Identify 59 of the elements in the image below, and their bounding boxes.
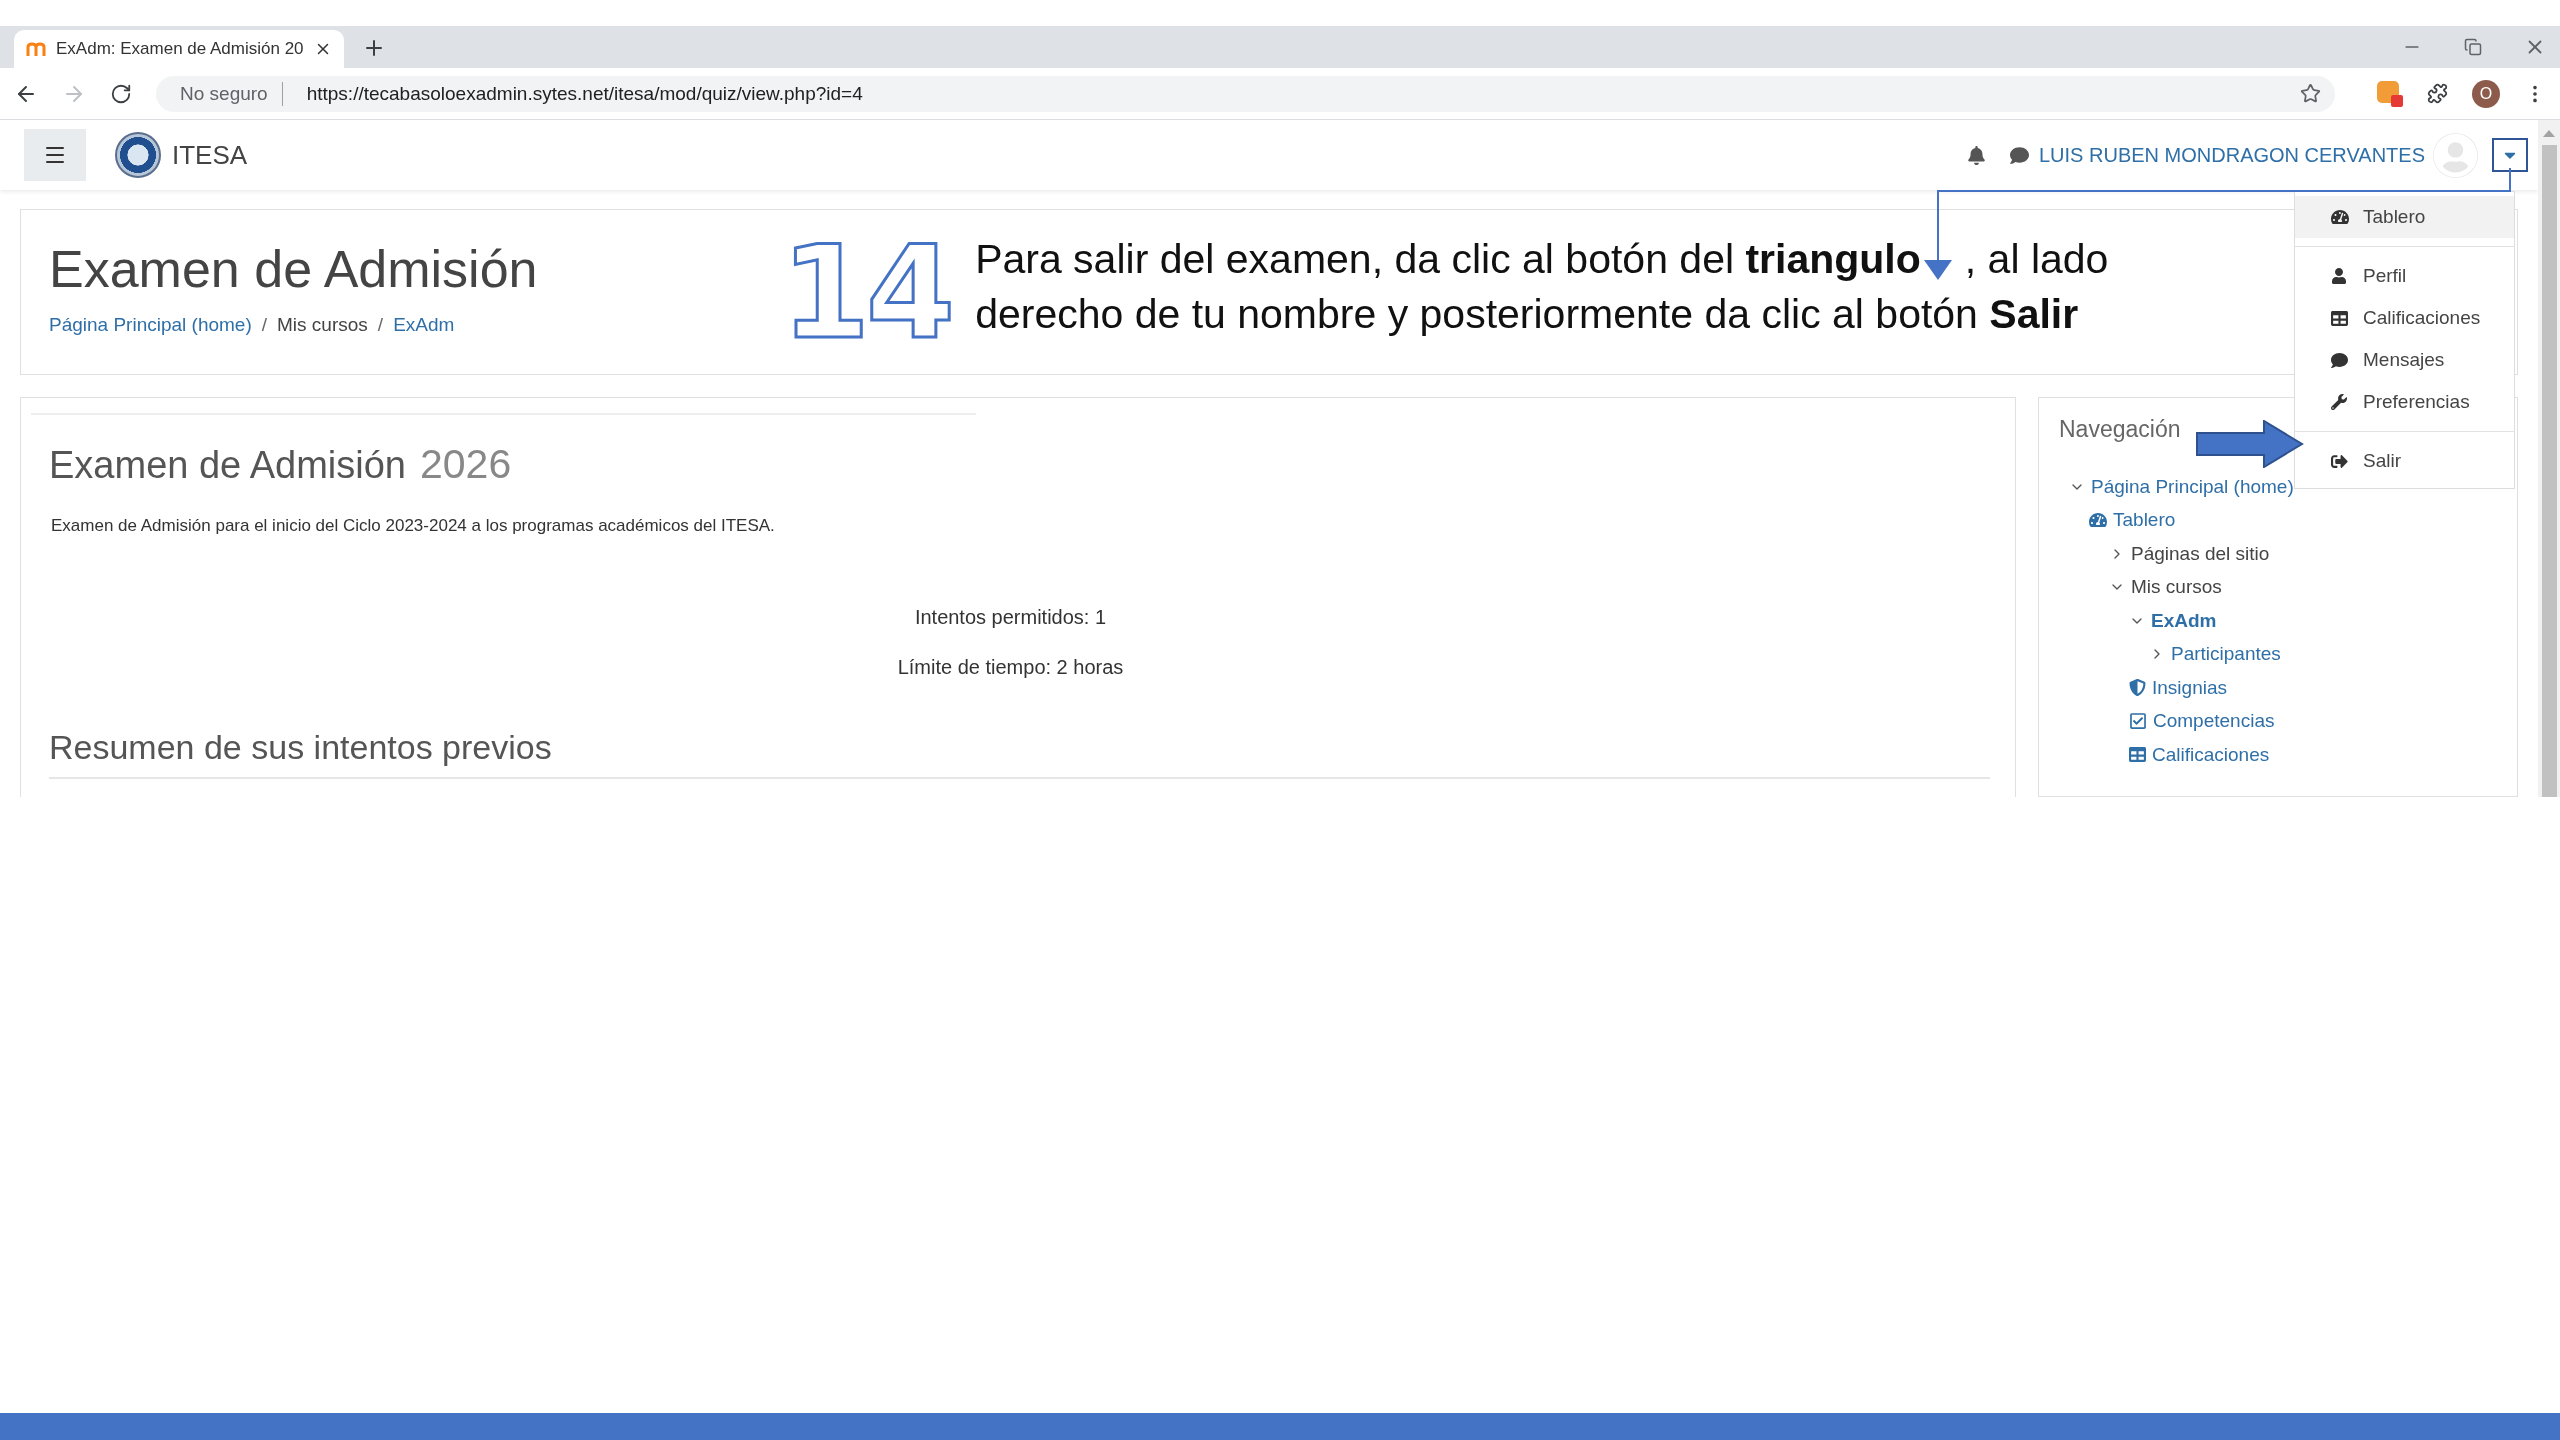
nav-tree-item[interactable]: Tablero — [2113, 509, 2176, 532]
user-icon — [2331, 268, 2347, 284]
quiz-year: 2026 — [420, 441, 512, 488]
breadcrumb-item[interactable]: Mis cursos — [277, 314, 368, 336]
breadcrumb-separator: / — [261, 314, 268, 336]
browser-tab[interactable]: ExAdm: Examen de Admisión 20 — [14, 30, 344, 68]
nav-tree-item[interactable]: Participantes — [2171, 643, 2281, 666]
nav-tree-item[interactable]: Páginas del sitio — [2131, 542, 2270, 565]
gauge-icon — [2089, 511, 2107, 530]
menu-item[interactable]: Salir — [2295, 440, 2514, 482]
menu-item[interactable]: Preferencias — [2295, 381, 2514, 423]
step-number: 14 — [781, 238, 952, 348]
page-title: Examen de Admisión — [49, 239, 539, 300]
chat-icon — [2331, 351, 2348, 369]
moodle-logo-icon — [26, 41, 46, 57]
quiz-description: Examen de Admisión para el inicio del Ciclo 2023-2024 a los programas académicos del ITESA. — [51, 516, 776, 536]
quiz-info: Intentos permitidos: 1 — [913, 605, 1108, 630]
quiz-info: Límite de tiempo: 2 horas — [896, 655, 1125, 680]
menu-item[interactable]: Perfil — [2295, 255, 2514, 297]
block-title: Navegación — [2059, 416, 2182, 443]
extension-icon[interactable] — [2377, 80, 2403, 107]
url-field[interactable]: https://tecabasoloexadmin.sytes.net/itesa/mod/quiz/view.php?id=4 — [306, 82, 863, 105]
nav-tree-item[interactable]: Calificaciones — [2152, 743, 2270, 766]
shield-icon — [2129, 679, 2146, 697]
user-name[interactable]: LUIS RUBEN MONDRAGON CERVANTES — [2039, 143, 2425, 167]
quiz-title: Examen de Admisión — [49, 444, 406, 487]
restore-icon[interactable] — [2464, 36, 2482, 58]
grid-icon — [2331, 309, 2348, 327]
tab-title: ExAdm: Examen de Admisión 20 — [56, 39, 304, 59]
wrench-icon — [2331, 394, 2347, 410]
breadcrumb-link[interactable]: Página Principal (home) — [49, 314, 252, 336]
star-icon[interactable] — [2300, 83, 2321, 104]
security-label[interactable]: No seguro — [180, 81, 283, 106]
menu-item[interactable]: Mensajes — [2295, 339, 2514, 381]
nav-tree-item[interactable]: Página Principal (home) — [2091, 475, 2294, 498]
nav-tree-item[interactable]: Mis cursos — [2131, 576, 2222, 599]
scrollbar-thumb[interactable] — [2541, 145, 2557, 797]
logout-icon — [2331, 452, 2348, 470]
nav-tree-item[interactable]: Competencias — [2153, 710, 2275, 733]
dropdown-toggle-button[interactable] — [2492, 138, 2528, 172]
gauge-icon — [2331, 208, 2349, 226]
puzzle-icon[interactable] — [2427, 83, 2448, 104]
reload-icon[interactable] — [110, 82, 132, 105]
breadcrumb-separator: / — [377, 314, 384, 336]
grid-icon — [2129, 746, 2146, 764]
logo-icon — [115, 132, 161, 178]
nav-tree-item[interactable]: ExAdm — [2151, 609, 2217, 632]
site-name[interactable]: ITESA — [172, 139, 248, 171]
checkbox-icon — [2129, 712, 2147, 731]
menu-item[interactable]: Tablero — [2295, 196, 2514, 238]
profile-avatar[interactable]: O — [2472, 79, 2500, 108]
breadcrumb-link[interactable]: ExAdm — [393, 314, 455, 336]
section-heading: Resumen de sus intentos previos — [49, 728, 1990, 779]
menu-button[interactable] — [24, 129, 86, 181]
menu-item[interactable]: Calificaciones — [2295, 297, 2514, 339]
chat-icon[interactable] — [2010, 145, 2029, 165]
instruction-text: Para salir del examen, da clic al botón del triangulo , al lado derecho de tu nombre y posteriormente da clic al botón Salir — [975, 235, 2110, 339]
nav-tree-item[interactable]: Insignias — [2152, 676, 2227, 699]
bell-icon[interactable] — [1967, 145, 1986, 165]
